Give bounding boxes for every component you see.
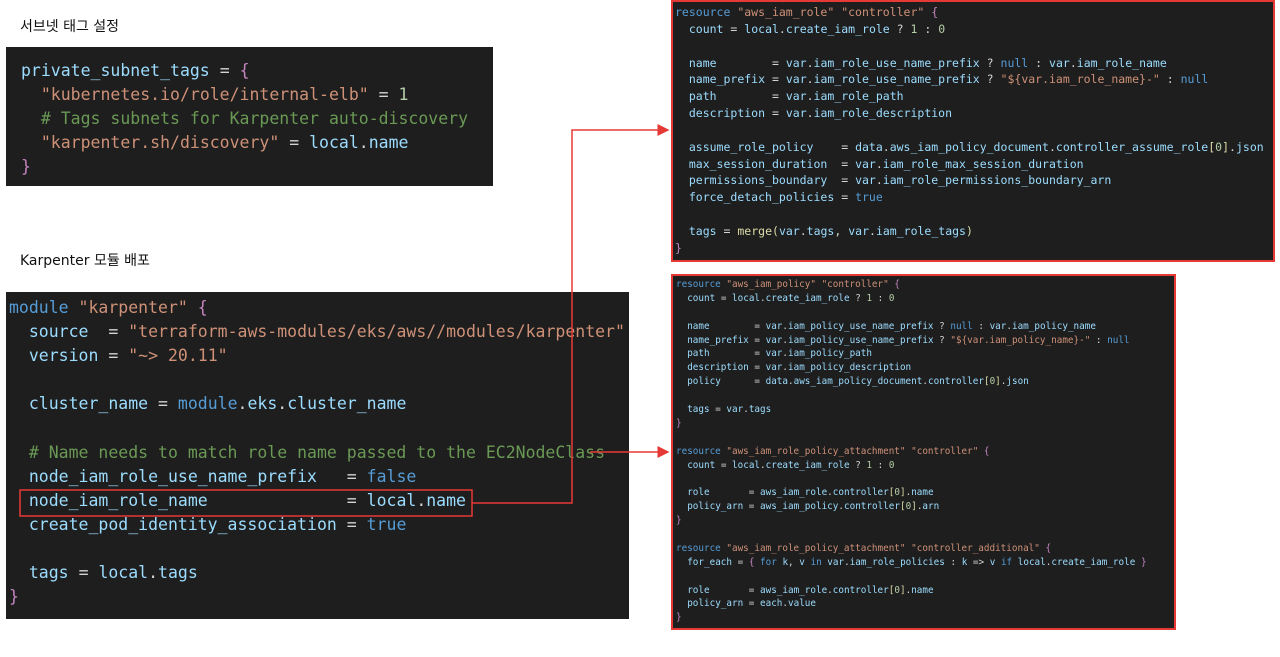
connector-arrows <box>19 124 670 517</box>
node-iam-role-name-highlight <box>19 489 473 517</box>
arrow-to-iam-role <box>472 124 670 504</box>
